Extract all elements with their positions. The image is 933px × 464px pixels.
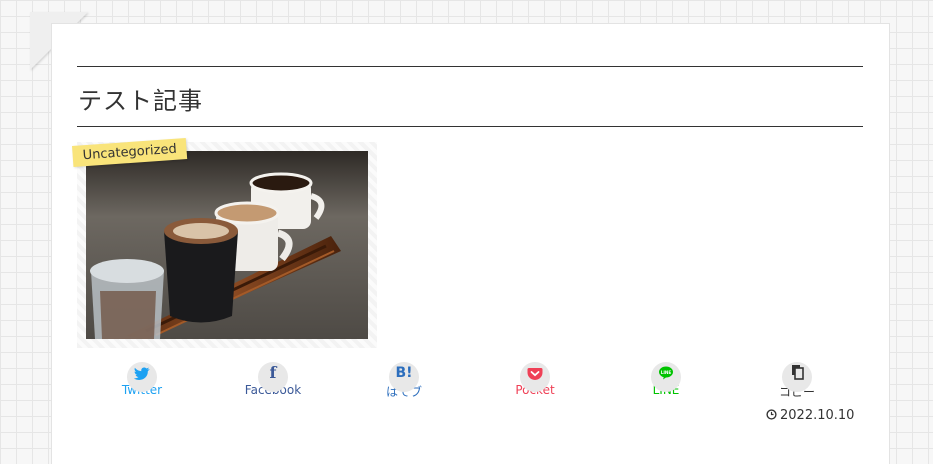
- clock-icon: [766, 409, 777, 424]
- share-pocket-button[interactable]: Pocket: [495, 362, 575, 397]
- title-area: テスト記事: [77, 66, 863, 127]
- post-title[interactable]: テスト記事: [78, 81, 203, 116]
- share-copy-button[interactable]: コピー: [757, 362, 837, 400]
- post-date: 2022.10.10: [766, 408, 854, 424]
- hatena-icon: B!: [389, 362, 419, 392]
- copy-icon: [782, 362, 812, 392]
- thumbnail-frame[interactable]: [77, 142, 377, 348]
- line-icon: LINE: [651, 362, 681, 392]
- thumbnail-image[interactable]: [86, 151, 368, 339]
- pocket-icon: [520, 362, 550, 392]
- share-line-button[interactable]: LINE LINE: [626, 362, 706, 397]
- post-date-text: 2022.10.10: [780, 408, 855, 423]
- share-twitter-button[interactable]: Twitter: [102, 362, 182, 397]
- twitter-icon: [127, 362, 157, 392]
- share-hatena-button[interactable]: B! はてブ: [364, 362, 444, 400]
- share-facebook-button[interactable]: f Facebook: [233, 362, 313, 397]
- svg-text:LINE: LINE: [661, 370, 672, 375]
- facebook-icon: f: [258, 362, 288, 392]
- coffee-photo: [86, 151, 368, 339]
